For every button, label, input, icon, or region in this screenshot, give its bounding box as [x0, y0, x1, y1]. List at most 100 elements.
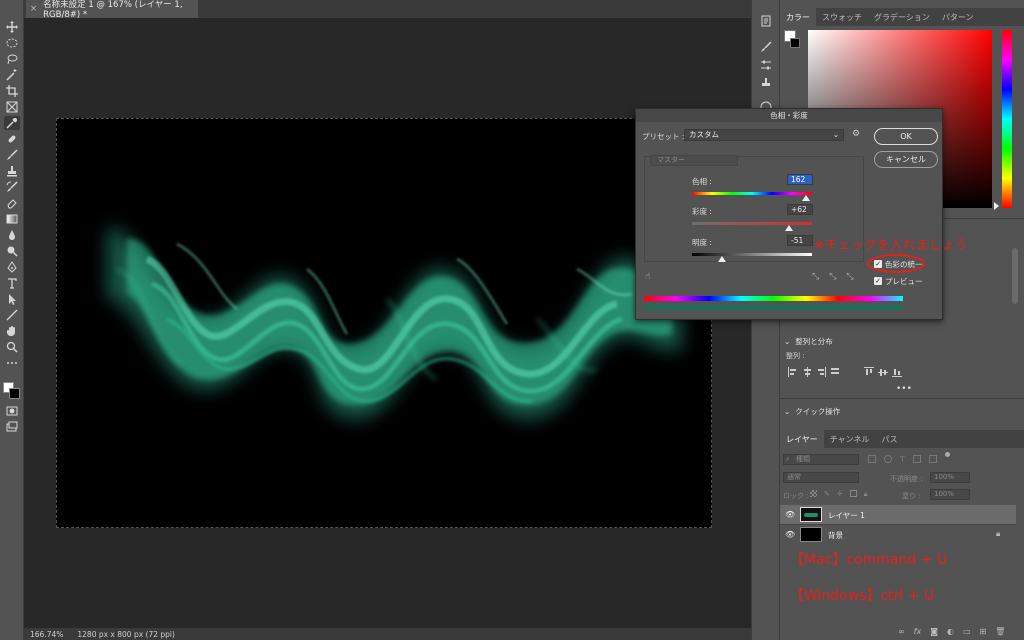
align-center-icon[interactable]: [802, 367, 812, 377]
history-panel-icon[interactable]: [759, 14, 773, 28]
visibility-eye-icon[interactable]: 👁︎: [785, 530, 795, 539]
eyedropper-minus-icon[interactable]: ⤡: [846, 272, 853, 282]
hue-pointer[interactable]: [994, 202, 999, 210]
preview-checkbox[interactable]: ✓: [874, 277, 882, 285]
type-tool-icon[interactable]: [4, 276, 20, 290]
preset-select[interactable]: カスタム ⌄: [684, 129, 844, 141]
lock-artboard-icon[interactable]: [849, 490, 857, 497]
layer-name[interactable]: 背景: [828, 530, 843, 541]
eyedropper-icon[interactable]: ⤡: [812, 272, 819, 282]
tab-channels[interactable]: チャンネル: [824, 430, 876, 448]
group-icon[interactable]: ▭: [963, 627, 971, 636]
adjustment-layer-icon[interactable]: ◐: [947, 627, 954, 636]
move-tool-icon[interactable]: [4, 20, 20, 34]
pen-tool-icon[interactable]: [4, 260, 20, 274]
align-right-icon[interactable]: [816, 367, 826, 377]
blur-tool-icon[interactable]: [4, 228, 20, 242]
brush-settings-icon[interactable]: [759, 40, 773, 54]
properties-scrollbar[interactable]: [1012, 248, 1018, 304]
fill-field[interactable]: 100%: [930, 489, 970, 500]
preview-label[interactable]: プレビュー: [885, 276, 923, 287]
filter-shape-icon[interactable]: [912, 455, 921, 463]
close-icon[interactable]: ×: [30, 4, 37, 14]
new-layer-icon[interactable]: ⊞: [980, 627, 987, 636]
layer-name[interactable]: レイヤー 1: [828, 510, 865, 521]
eyedropper-plus-icon[interactable]: ⤡: [829, 272, 836, 282]
lightness-value-field[interactable]: -51: [787, 235, 813, 246]
link-layers-icon[interactable]: ∞: [898, 627, 905, 636]
filter-type-icon[interactable]: T: [900, 455, 905, 464]
eyedropper-tool-icon[interactable]: [4, 116, 20, 130]
align-top-icon[interactable]: [864, 367, 874, 377]
visibility-eye-icon[interactable]: 👁︎: [785, 510, 795, 519]
line-tool-icon[interactable]: [4, 308, 20, 322]
lightness-slider-track[interactable]: [692, 253, 812, 256]
layer-filter-select[interactable]: 種類: [783, 454, 859, 465]
tab-patterns[interactable]: パターン: [936, 8, 980, 26]
filter-toggle-icon[interactable]: [944, 452, 950, 457]
lock-image-icon[interactable]: ✎: [824, 490, 830, 499]
color-bg-swatch[interactable]: [790, 38, 800, 48]
tab-gradients[interactable]: グラデーション: [868, 8, 936, 26]
tab-layers[interactable]: レイヤー: [780, 430, 824, 448]
eraser-tool-icon[interactable]: [4, 196, 20, 210]
magic-wand-tool-icon[interactable]: [4, 68, 20, 82]
document-tab[interactable]: × 名称未設定 1 @ 167% (レイヤー 1, RGB/8#) *: [26, 0, 198, 20]
zoom-tool-icon[interactable]: [4, 340, 20, 354]
frame-tool-icon[interactable]: [4, 100, 20, 114]
saturation-slider-knob[interactable]: [785, 225, 794, 231]
brush-tool-icon[interactable]: [4, 148, 20, 162]
layer-row-selected[interactable]: 👁︎ レイヤー 1: [780, 505, 1016, 524]
gear-icon[interactable]: ⚙︎: [852, 129, 860, 139]
tab-color[interactable]: カラー: [780, 8, 816, 26]
layer-row-background[interactable]: 👁︎ 背景 🔒︎: [780, 524, 1016, 543]
clone-source-icon[interactable]: [759, 76, 773, 90]
filter-adjust-icon[interactable]: [884, 455, 892, 463]
more-options-icon[interactable]: •••: [896, 384, 912, 394]
hand-tool-icon[interactable]: [4, 324, 20, 338]
crop-tool-icon[interactable]: [4, 84, 20, 98]
lock-transparent-icon[interactable]: [810, 490, 817, 497]
hue-value-field[interactable]: 162: [787, 174, 813, 185]
lock-position-icon[interactable]: ✛: [837, 490, 843, 499]
fx-icon[interactable]: fx: [914, 627, 922, 636]
ok-button[interactable]: OK: [874, 128, 938, 145]
clone-stamp-tool-icon[interactable]: [4, 164, 20, 178]
background-color-swatch[interactable]: [9, 388, 20, 399]
lasso-tool-icon[interactable]: [4, 52, 20, 66]
history-brush-tool-icon[interactable]: [4, 180, 20, 194]
hue-slider-track[interactable]: [692, 192, 812, 195]
align-bottom-icon[interactable]: [892, 367, 902, 377]
align-section-header[interactable]: ⌄ 整列と分布: [780, 334, 1024, 348]
screen-mode-icon[interactable]: [4, 420, 20, 434]
filter-pixel-icon[interactable]: [868, 455, 876, 463]
trash-icon[interactable]: 🗑︎: [995, 627, 1005, 636]
marquee-tool-icon[interactable]: [4, 36, 20, 50]
hue-strip[interactable]: [1002, 30, 1012, 208]
targeted-adjust-hand-icon[interactable]: ☝︎: [645, 272, 650, 282]
channel-select[interactable]: マスター: [650, 155, 738, 166]
tab-swatches[interactable]: スウォッチ: [816, 8, 868, 26]
filter-smart-icon[interactable]: [928, 455, 937, 463]
opacity-field[interactable]: 100%: [930, 472, 970, 483]
lock-all-icon[interactable]: 🔒︎: [864, 490, 868, 499]
align-right-edge-icon[interactable]: [830, 367, 840, 377]
quick-actions-header[interactable]: ⌄ クイック操作: [780, 404, 1024, 418]
path-selection-tool-icon[interactable]: [4, 292, 20, 306]
more-tools-icon[interactable]: [4, 356, 20, 370]
document-canvas[interactable]: [56, 118, 712, 528]
add-mask-icon[interactable]: ◙: [930, 627, 938, 636]
dodge-tool-icon[interactable]: [4, 244, 20, 258]
cancel-button[interactable]: キャンセル: [874, 151, 938, 168]
quick-mask-icon[interactable]: [4, 404, 20, 418]
saturation-slider-track[interactable]: [692, 222, 812, 225]
tab-paths[interactable]: パス: [876, 430, 904, 448]
blend-mode-select[interactable]: 通常: [783, 472, 859, 483]
adjustments-panel-icon[interactable]: [759, 58, 773, 72]
zoom-level[interactable]: 166.74%: [30, 630, 63, 639]
healing-brush-tool-icon[interactable]: [4, 132, 20, 146]
hue-slider-knob[interactable]: [802, 195, 810, 201]
gradient-tool-icon[interactable]: [4, 212, 20, 226]
saturation-value-field[interactable]: +62: [787, 204, 813, 215]
lightness-slider-knob[interactable]: [718, 256, 726, 262]
